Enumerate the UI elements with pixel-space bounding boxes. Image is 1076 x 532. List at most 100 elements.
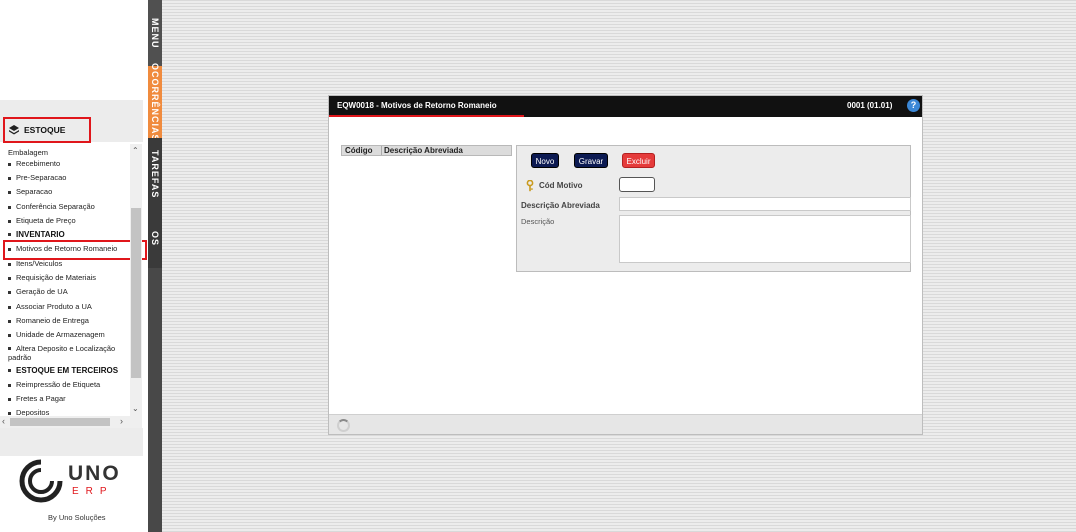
gravar-button[interactable]: Gravar xyxy=(574,153,608,168)
menu-item-label: Altera Deposito e Localização padrão xyxy=(8,344,116,362)
menu-item-label: Pre-Separacao xyxy=(16,173,67,182)
menu-item-label: Embalagem xyxy=(8,148,49,157)
menu-item-label: Geração de UA xyxy=(16,287,68,296)
cod-motivo-label: Cód Motivo xyxy=(539,181,583,190)
bullet xyxy=(8,369,11,373)
scrollbar-thumb[interactable] xyxy=(131,208,141,378)
stack-icon xyxy=(9,125,19,135)
spinner-icon xyxy=(337,419,350,432)
bullet xyxy=(8,205,11,209)
tab-label: MENU xyxy=(150,17,160,49)
tab-menu[interactable]: MENU xyxy=(148,0,162,66)
menu-item-separacao[interactable]: Separacao xyxy=(8,187,52,196)
chevron-up-icon[interactable]: ⌃ xyxy=(132,146,139,155)
descricao-textarea[interactable] xyxy=(619,215,911,263)
bullet xyxy=(8,190,11,194)
help-icon[interactable]: ? xyxy=(907,99,920,112)
bullet xyxy=(8,247,11,251)
chevron-down-icon[interactable]: ⌄ xyxy=(132,404,139,413)
module-title: ESTOQUE xyxy=(24,125,66,135)
logo-uno-text: UNO xyxy=(68,462,121,485)
menu-item-label: Conferência Separação xyxy=(16,202,95,211)
menu-item-pre-separacao[interactable]: Pre-Separacao xyxy=(8,173,66,182)
module-header-estoque[interactable]: ESTOQUE xyxy=(3,117,91,143)
bullet xyxy=(8,276,11,280)
menu-item-requisicao-materiais[interactable]: Requisição de Materiais xyxy=(8,273,96,282)
menu-item-label: Separacao xyxy=(16,187,53,196)
bullet xyxy=(8,411,11,415)
menu-item-embalagem[interactable]: Embalagem xyxy=(8,148,48,157)
byline: By Uno Soluções xyxy=(48,513,106,522)
window-titlebar: EQW0018 - Motivos de Retorno Romaneio 00… xyxy=(329,96,922,117)
tab-strip-fill xyxy=(148,268,162,532)
bullet xyxy=(8,305,11,309)
tab-tarefas[interactable]: TAREFAS xyxy=(148,138,162,210)
menu-item-label: Recebimento xyxy=(16,159,61,168)
menu-item-label: Etiqueta de Preço xyxy=(16,216,76,225)
column-header-codigo[interactable]: Código xyxy=(342,146,382,155)
cod-motivo-input[interactable] xyxy=(619,177,655,192)
menu-item-label: Fretes a Pagar xyxy=(16,394,66,403)
window-statusbar xyxy=(329,414,922,434)
menu-item-altera-deposito[interactable]: Altera Deposito e Localização padrão xyxy=(8,344,130,362)
menu-item-unidade-armazenagem[interactable]: Unidade de Armazenagem xyxy=(8,330,105,339)
tab-os[interactable]: OS xyxy=(148,210,162,268)
menu-list: Embalagem Recebimento Pre-Separacao Sepa… xyxy=(0,144,130,416)
menu-item-label: Unidade de Armazenagem xyxy=(16,330,105,339)
uno-erp-logo: UNO ERP xyxy=(18,458,128,506)
menu-item-label: Depositos xyxy=(16,408,50,416)
menu-section-estoque-terceiros[interactable]: ESTOQUE EM TERCEIROS xyxy=(8,366,118,375)
window-version: 0001 (01.01) xyxy=(847,101,893,110)
bullet xyxy=(8,383,11,387)
bullet xyxy=(8,262,11,266)
bullet xyxy=(8,397,11,401)
scrollbar-thumb[interactable] xyxy=(10,418,110,426)
sidebar-bottom-band xyxy=(0,428,143,456)
bullet xyxy=(8,162,11,166)
descricao-label: Descrição xyxy=(521,217,555,226)
menu-item-depositos[interactable]: Depositos xyxy=(8,408,49,416)
menu-item-motivos-retorno-romaneio[interactable]: Motivos de Retorno Romaneio xyxy=(8,244,117,253)
menu-item-reimpressao-etiqueta[interactable]: Reimpressão de Etiqueta xyxy=(8,380,100,389)
uno-logo-icon xyxy=(19,459,63,503)
tab-label: OS xyxy=(150,231,160,247)
tab-label: OCORRÊNCIAS xyxy=(150,62,160,142)
menu-section-inventario[interactable]: INVENTARIO xyxy=(8,230,65,239)
novo-button[interactable]: Novo xyxy=(531,153,559,168)
menu-item-label: Motivos de Retorno Romaneio xyxy=(16,244,118,253)
scrollbar-corner xyxy=(130,416,142,428)
menu-item-label: Associar Produto a UA xyxy=(16,302,92,311)
sidebar-blank-area xyxy=(0,0,143,100)
excluir-button[interactable]: Excluir xyxy=(622,153,655,168)
logo-erp-text: ERP xyxy=(72,486,114,497)
chevron-right-icon[interactable]: › xyxy=(120,416,123,426)
descricao-abreviada-label: Descrição Abreviada xyxy=(521,201,600,210)
descricao-abreviada-input[interactable] xyxy=(619,197,911,211)
bullet xyxy=(8,333,11,337)
menu-vertical-scrollbar[interactable]: ⌃ ⌄ xyxy=(130,144,142,416)
bullet xyxy=(8,319,11,323)
menu-item-romaneio-entrega[interactable]: Romaneio de Entrega xyxy=(8,316,89,325)
menu-item-label: Romaneio de Entrega xyxy=(16,316,89,325)
menu-item-conferencia-separacao[interactable]: Conferência Separação xyxy=(8,202,95,211)
tab-ocorrencias[interactable]: OCORRÊNCIAS xyxy=(148,63,162,141)
menu-item-etiqueta-preco[interactable]: Etiqueta de Preço xyxy=(8,216,76,225)
column-header-descricao-abreviada[interactable]: Descrição Abreviada xyxy=(382,146,463,155)
bullet xyxy=(8,219,11,223)
chevron-left-icon[interactable]: ‹ xyxy=(2,416,5,426)
bullet xyxy=(8,176,11,180)
bullet xyxy=(8,290,11,294)
menu-item-associar-produto-ua[interactable]: Associar Produto a UA xyxy=(8,302,92,311)
menu-item-label: Reimpressão de Etiqueta xyxy=(16,380,101,389)
menu-item-itens-veiculos[interactable]: Itens/Veiculos xyxy=(8,259,62,268)
menu-item-recebimento[interactable]: Recebimento xyxy=(8,159,60,168)
grid-header: Código Descrição Abreviada xyxy=(341,145,512,156)
menu-item-geracao-ua[interactable]: Geração de UA xyxy=(8,287,68,296)
menu-section-label: ESTOQUE EM TERCEIROS xyxy=(16,366,119,375)
menu-item-label: Itens/Veiculos xyxy=(16,259,63,268)
program-window: EQW0018 - Motivos de Retorno Romaneio 00… xyxy=(328,95,923,435)
menu-section-label: INVENTARIO xyxy=(16,230,65,239)
window-title: EQW0018 - Motivos de Retorno Romaneio xyxy=(337,101,497,110)
menu-horizontal-scrollbar[interactable]: ‹ › xyxy=(0,416,130,428)
menu-item-fretes-pagar[interactable]: Fretes a Pagar xyxy=(8,394,66,403)
